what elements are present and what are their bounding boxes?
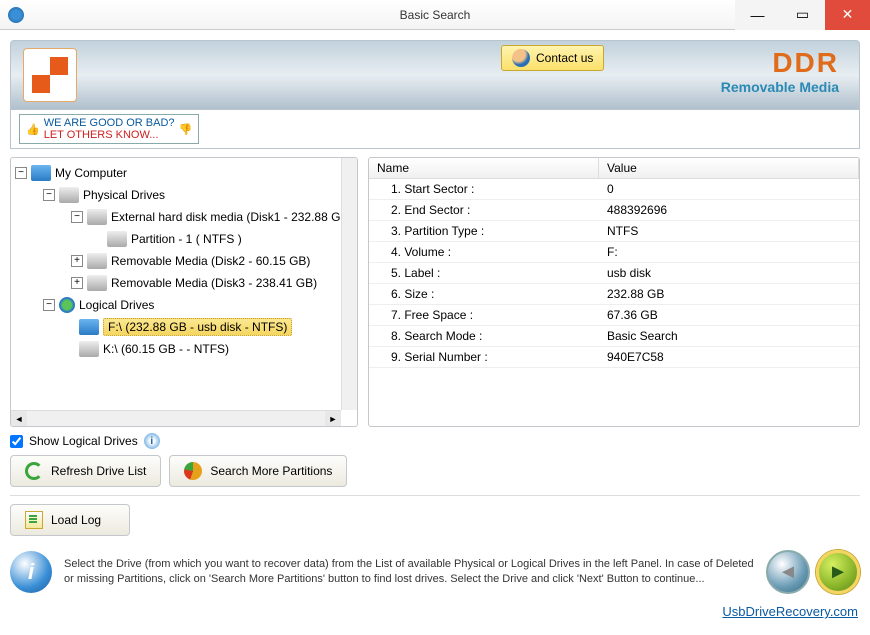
load-log-button[interactable]: Load Log (10, 504, 130, 536)
search-more-partitions-button[interactable]: Search More Partitions (169, 455, 347, 487)
table-row[interactable]: 2. End Sector :488392696 (369, 200, 859, 221)
drive-icon (87, 253, 107, 269)
computer-icon (31, 165, 51, 181)
table-row[interactable]: 7. Free Space :67.36 GB (369, 305, 859, 326)
table-row[interactable]: 1. Start Sector :0 (369, 179, 859, 200)
feedback-strip: 👍 WE ARE GOOD OR BAD? LET OTHERS KNOW...… (10, 110, 860, 149)
back-button[interactable]: ◄ (766, 550, 810, 594)
contact-label: Contact us (536, 51, 593, 65)
col-value-header[interactable]: Value (599, 158, 859, 178)
globe-icon (59, 297, 75, 313)
table-row[interactable]: 8. Search Mode :Basic Search (369, 326, 859, 347)
refresh-icon (25, 462, 43, 480)
instruction-text: Select the Drive (from which you want to… (64, 557, 754, 588)
titlebar: Basic Search — ▭ ✕ (0, 0, 870, 30)
show-logical-checkbox[interactable] (10, 435, 23, 448)
table-row[interactable]: 6. Size :232.88 GB (369, 284, 859, 305)
thumbs-up-icon: 👍 (26, 123, 40, 136)
next-button[interactable]: ► (816, 550, 860, 594)
expand-toggle[interactable]: − (15, 167, 27, 179)
feedback-line1: WE ARE GOOD OR BAD? (44, 117, 175, 129)
drive-icon (59, 187, 79, 203)
tree-logical[interactable]: − Logical Drives (15, 294, 357, 316)
expand-toggle[interactable]: − (43, 299, 55, 311)
tree-root[interactable]: − My Computer (15, 162, 357, 184)
table-row[interactable]: 4. Volume :F: (369, 242, 859, 263)
drive-icon (79, 319, 99, 335)
avatar-icon (512, 49, 530, 67)
drive-tree[interactable]: − My Computer − Physical Drives − Extern… (10, 157, 358, 427)
tree-removable-3[interactable]: + Removable Media (Disk3 - 238.41 GB) (15, 272, 357, 294)
feedback-link[interactable]: 👍 WE ARE GOOD OR BAD? LET OTHERS KNOW...… (19, 114, 199, 144)
scroll-left-icon[interactable]: ◄ (11, 411, 27, 427)
close-button[interactable]: ✕ (825, 0, 870, 30)
info-icon: i (10, 551, 52, 593)
scroll-right-icon[interactable]: ► (325, 411, 341, 427)
help-icon[interactable]: i (144, 433, 160, 449)
table-row[interactable]: 5. Label :usb disk (369, 263, 859, 284)
tree-removable-2[interactable]: + Removable Media (Disk2 - 60.15 GB) (15, 250, 357, 272)
col-name-header[interactable]: Name (369, 158, 599, 178)
details-panel: Name Value 1. Start Sector :02. End Sect… (368, 157, 860, 427)
drive-icon (87, 209, 107, 225)
brand: DDR Removable Media (721, 47, 839, 95)
tree-drive-k[interactable]: K:\ (60.15 GB - - NTFS) (15, 338, 357, 360)
drive-icon (87, 275, 107, 291)
brand-title: DDR (721, 47, 839, 79)
window-title: Basic Search (400, 8, 471, 22)
contact-us-button[interactable]: Contact us (501, 45, 604, 71)
expand-toggle[interactable]: − (43, 189, 55, 201)
maximize-button[interactable]: ▭ (780, 0, 825, 30)
table-row[interactable]: 3. Partition Type :NTFS (369, 221, 859, 242)
log-icon (25, 511, 43, 529)
tree-partition[interactable]: Partition - 1 ( NTFS ) (15, 228, 357, 250)
minimize-button[interactable]: — (735, 0, 780, 30)
thumbs-down-icon: 👎 (179, 123, 193, 136)
vertical-scrollbar[interactable] (341, 158, 357, 410)
pie-icon (184, 462, 202, 480)
tree-drive-f[interactable]: F:\ (232.88 GB - usb disk - NTFS) (15, 316, 357, 338)
table-row[interactable]: 9. Serial Number :940E7C58 (369, 347, 859, 368)
show-logical-label: Show Logical Drives (29, 434, 138, 448)
banner: Contact us DDR Removable Media (10, 40, 860, 110)
refresh-drive-list-button[interactable]: Refresh Drive List (10, 455, 161, 487)
site-link[interactable]: UsbDriveRecovery.com (12, 604, 858, 619)
feedback-line2: LET OTHERS KNOW... (44, 129, 159, 141)
expand-toggle[interactable]: + (71, 277, 83, 289)
logo-icon (32, 57, 68, 93)
horizontal-scrollbar[interactable]: ◄ ► (11, 410, 341, 426)
drive-icon (79, 341, 99, 357)
expand-toggle[interactable]: − (71, 211, 83, 223)
app-icon (8, 7, 24, 23)
tree-physical[interactable]: − Physical Drives (15, 184, 357, 206)
expand-toggle[interactable]: + (71, 255, 83, 267)
brand-subtitle: Removable Media (721, 79, 839, 95)
logo-box (23, 48, 77, 102)
drive-icon (107, 231, 127, 247)
tree-ext-disk[interactable]: − External hard disk media (Disk1 - 232.… (15, 206, 357, 228)
